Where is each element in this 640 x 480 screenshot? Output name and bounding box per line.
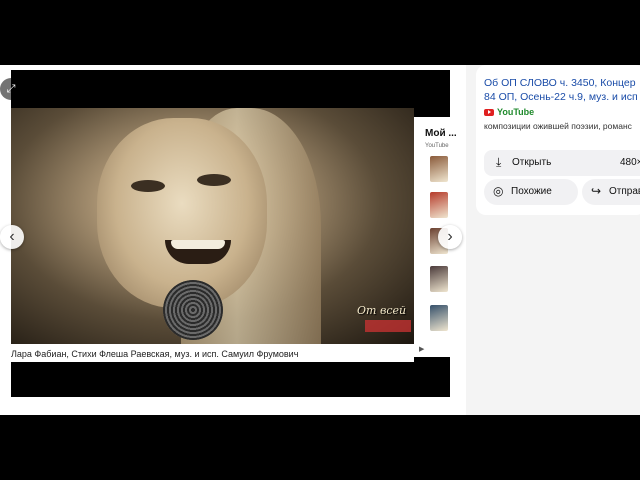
video-watermark: От всей bbox=[357, 304, 407, 317]
related-thumbnail[interactable] bbox=[430, 266, 448, 292]
result-description: композиции ожившей поэзии, романс bbox=[484, 121, 632, 131]
video-caption: Лара Фабиан, Стихи Флеша Раевская, муз. … bbox=[11, 349, 299, 359]
share-icon: ↪ bbox=[591, 184, 602, 198]
download-icon: ⤓ bbox=[496, 155, 502, 169]
video-frame[interactable]: От всей Лара Фабиан, Стихи Флеша Раевска… bbox=[11, 70, 450, 397]
chevron-left-icon[interactable]: ‹ bbox=[0, 225, 24, 249]
source-link[interactable]: YouTube bbox=[484, 107, 534, 117]
video-still: От всей bbox=[11, 108, 414, 344]
youtube-icon bbox=[484, 108, 494, 116]
details-panel: Об ОП СЛОВО ч. 3450, Концер 84 ОП, Осень… bbox=[476, 65, 640, 215]
related-thumbnail[interactable] bbox=[430, 192, 448, 218]
expand-icon[interactable]: ⤢ bbox=[0, 78, 22, 100]
similar-button[interactable]: ◎ Похожие bbox=[484, 179, 578, 205]
right-eye bbox=[197, 174, 231, 186]
teeth bbox=[171, 240, 225, 249]
chevron-right-icon[interactable]: › bbox=[438, 225, 462, 249]
result-title-line[interactable]: Об ОП СЛОВО ч. 3450, Концер bbox=[484, 76, 640, 90]
image-viewer-frame: От всей Лара Фабиан, Стихи Флеша Раевска… bbox=[0, 65, 640, 415]
related-thumbnail[interactable] bbox=[430, 305, 448, 331]
image-resolution: 480× bbox=[620, 157, 640, 168]
related-list-title: Мой ... bbox=[425, 128, 457, 139]
related-list-source: YouTube bbox=[425, 143, 449, 149]
result-title-line[interactable]: 84 ОП, Осень-22 ч.9, муз. и исп bbox=[484, 90, 640, 104]
lens-icon: ◎ bbox=[493, 184, 504, 198]
similar-label: Похожие bbox=[511, 186, 552, 197]
face-shape bbox=[97, 118, 267, 308]
left-eye bbox=[131, 180, 165, 192]
share-button[interactable]: ↪ Отправ bbox=[582, 179, 640, 205]
viewer-panel: От всей Лара Фабиан, Стихи Флеша Раевска… bbox=[0, 65, 466, 415]
open-label: Открыть bbox=[512, 157, 552, 168]
source-label: YouTube bbox=[497, 107, 535, 117]
related-thumbnail[interactable] bbox=[430, 156, 448, 182]
open-button[interactable]: ⤓ Открыть 480× bbox=[484, 150, 640, 176]
share-label: Отправ bbox=[609, 186, 640, 197]
play-indicator-icon: ▶ bbox=[419, 346, 425, 353]
result-title[interactable]: Об ОП СЛОВО ч. 3450, Концер 84 ОП, Осень… bbox=[484, 76, 640, 104]
watermark-banner bbox=[365, 320, 411, 332]
microphone bbox=[163, 280, 223, 340]
